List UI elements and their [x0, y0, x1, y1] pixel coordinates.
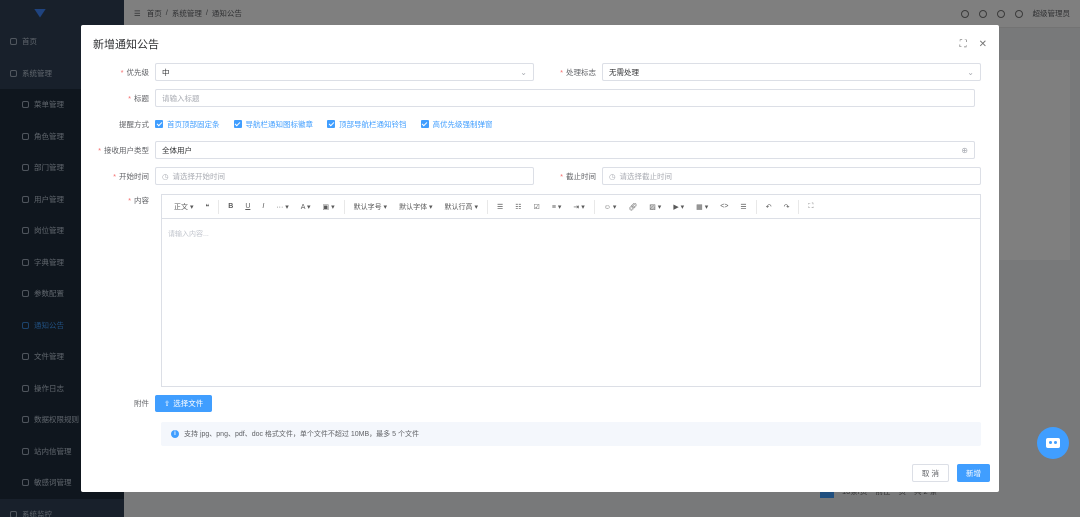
content-label: 内容: [81, 195, 155, 206]
remind-option-popup[interactable]: 高优先级强制弹窗: [420, 119, 493, 130]
more-format-icon[interactable]: ··· ▾: [270, 195, 294, 219]
video-icon[interactable]: ▶ ▾: [667, 195, 690, 219]
assistant-robot-button[interactable]: [1037, 427, 1069, 459]
end-time-picker[interactable]: ◷ 请选择截止时间: [602, 167, 981, 185]
submit-button[interactable]: 新增: [957, 464, 990, 482]
chevron-down-icon: ⌄: [520, 67, 527, 77]
image-icon[interactable]: ▨ ▾: [643, 195, 667, 219]
remind-option-bell[interactable]: 顶部导航栏通知铃铛: [327, 119, 407, 130]
bold-icon[interactable]: B: [222, 195, 239, 219]
title-label: 标题: [81, 93, 155, 104]
chevron-down-icon: ⌄: [967, 67, 974, 77]
add-notice-dialog: 新增通知公告 ⛶ ✕ 优先级 中 ⌄ 处理标志 无需处理 ⌄ 标题 请输入标题 …: [81, 25, 999, 492]
remind-option-badge[interactable]: 导航栏通知图标徽章: [233, 119, 313, 130]
upload-icon: ⇧: [164, 399, 171, 408]
indent-icon[interactable]: ⇥ ▾: [567, 195, 590, 219]
font-family-select[interactable]: 默认字体 ▾: [393, 195, 438, 219]
receiver-type-select[interactable]: 全体用户 ⊕: [155, 141, 975, 159]
title-input[interactable]: 请输入标题: [155, 89, 975, 107]
maximize-icon[interactable]: ⛶: [960, 39, 967, 50]
divider-icon[interactable]: ☰: [734, 195, 752, 219]
handle-flag-select[interactable]: 无需处理 ⌄: [602, 63, 981, 81]
attachment-tip: i 支持 jpg、png、pdf、doc 格式文件，单个文件不超过 10MB，最…: [161, 422, 981, 446]
checkbox-icon: [327, 120, 335, 128]
priority-label: 优先级: [81, 67, 155, 78]
underline-icon[interactable]: U: [239, 195, 256, 219]
receiver-type-label: 接收用户类型: [81, 145, 155, 156]
choose-file-button[interactable]: ⇧ 选择文件: [155, 395, 213, 412]
background-color-icon[interactable]: ▣ ▾: [317, 195, 341, 219]
blockquote-icon[interactable]: ❝: [199, 195, 215, 219]
table-icon[interactable]: ▦ ▾: [690, 195, 714, 219]
rich-text-editor: 正文 ▾ ❝ B U I ··· ▾ A ▾ ▣ ▾ 默认字号 ▾ 默认字体 ▾…: [161, 194, 981, 387]
start-time-picker[interactable]: ◷ 请选择开始时间: [155, 167, 534, 185]
paragraph-select[interactable]: 正文 ▾: [168, 195, 199, 219]
circle-plus-icon: ⊕: [961, 145, 968, 155]
editor-toolbar: 正文 ▾ ❝ B U I ··· ▾ A ▾ ▣ ▾ 默认字号 ▾ 默认字体 ▾…: [162, 195, 980, 219]
close-icon[interactable]: ✕: [979, 39, 987, 50]
checkbox-icon: [155, 120, 163, 128]
dialog-title: 新增通知公告: [93, 39, 159, 51]
bulleted-list-icon[interactable]: ☰: [491, 195, 509, 219]
checkbox-icon: [233, 120, 242, 128]
remind-label: 提醒方式: [119, 119, 149, 129]
handle-flag-label: 处理标志: [534, 67, 602, 78]
font-size-select[interactable]: 默认字号 ▾: [348, 195, 393, 219]
end-time-label: 截止时间: [534, 171, 602, 182]
attachment-label: 附件: [134, 399, 149, 408]
code-icon[interactable]: <>: [714, 195, 734, 219]
line-height-select[interactable]: 默认行高 ▾: [439, 195, 484, 219]
clock-icon: ◷: [609, 171, 616, 181]
cancel-button[interactable]: 取 消: [911, 464, 949, 482]
priority-select[interactable]: 中 ⌄: [155, 63, 534, 81]
numbered-list-icon[interactable]: ☷: [509, 195, 527, 219]
todo-icon[interactable]: ☑: [528, 195, 546, 219]
emoji-icon[interactable]: ☺ ▾: [598, 195, 623, 219]
link-icon[interactable]: 🔗︎: [622, 195, 643, 219]
robot-icon: [1046, 438, 1060, 448]
align-icon[interactable]: ≡ ▾: [546, 195, 568, 219]
undo-icon[interactable]: ↶: [760, 195, 778, 219]
font-color-icon[interactable]: A ▾: [295, 195, 317, 219]
editor-fullscreen-icon[interactable]: ⛶: [802, 195, 819, 219]
italic-icon[interactable]: I: [256, 195, 270, 219]
checkbox-icon: [420, 120, 429, 128]
start-time-label: 开始时间: [81, 171, 155, 182]
remind-option-topbar[interactable]: 首页顶部固定条: [155, 119, 220, 130]
info-icon: i: [171, 430, 179, 438]
editor-content-area[interactable]: 请输入内容...: [162, 219, 980, 249]
clock-icon: ◷: [162, 171, 169, 181]
redo-icon[interactable]: ↷: [778, 195, 796, 219]
